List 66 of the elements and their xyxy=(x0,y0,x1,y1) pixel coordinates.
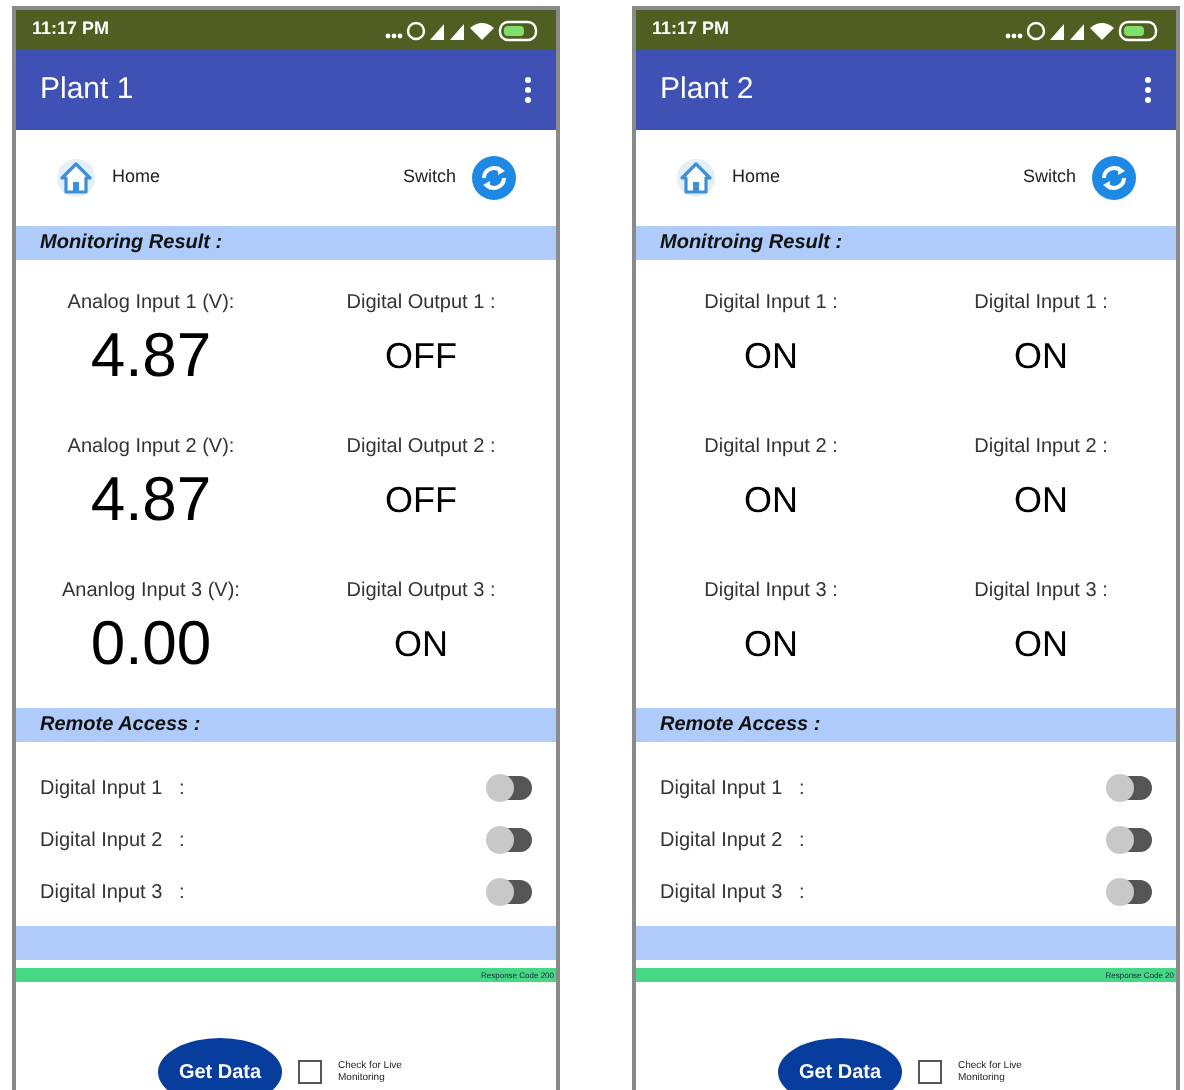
battery-icon xyxy=(1118,20,1158,42)
home-link[interactable]: Home xyxy=(732,164,781,192)
app-title: Plant 2 xyxy=(660,69,754,110)
reading-value: ON xyxy=(744,477,798,523)
input-label: Digital Input 1 : xyxy=(660,775,805,803)
wifi-icon xyxy=(470,23,494,40)
section-header: Remote Access : xyxy=(16,708,556,742)
reading-label: Digital Input 3 : xyxy=(974,577,1108,605)
app-title: Plant 1 xyxy=(40,69,134,110)
reading-value: ON xyxy=(394,621,448,667)
live-checkbox[interactable] xyxy=(918,1060,942,1084)
reading-label: Digital Output 3 : xyxy=(346,577,496,605)
reading-label: Digital Output 1 : xyxy=(346,289,496,317)
more-notifications-icon xyxy=(385,33,403,39)
reading-value: ON xyxy=(744,333,798,379)
sync-icon[interactable] xyxy=(472,156,516,200)
home-icon[interactable] xyxy=(676,158,716,198)
get-data-button[interactable]: Get Data xyxy=(778,1038,902,1090)
alarm-icon xyxy=(1026,21,1046,41)
more-icon[interactable] xyxy=(524,76,532,104)
section-header: Monitoring Result : xyxy=(16,226,556,260)
reading-label: Analog Input 1 (V): xyxy=(67,289,235,317)
reading-label: Digital Input 1 : xyxy=(704,289,838,317)
reading-label: Digital Input 2 : xyxy=(974,433,1108,461)
reading-value: ON xyxy=(1014,621,1068,667)
input-label: Digital Input 2 : xyxy=(660,827,805,855)
toggle-switch[interactable] xyxy=(1108,828,1152,852)
switch-link[interactable]: Switch xyxy=(402,164,456,192)
battery-icon xyxy=(498,20,538,42)
input-label: Digital Input 1 : xyxy=(40,775,185,803)
reading-value: 4.87 xyxy=(90,461,212,537)
reading-label: Digital Input 1 : xyxy=(974,289,1108,317)
reading-label: Digital Input 3 : xyxy=(704,577,838,605)
toggle-switch[interactable] xyxy=(1108,776,1152,800)
input-label: Digital Input 3 : xyxy=(40,879,185,907)
reading-value: ON xyxy=(1014,333,1068,379)
reading-value: 0.00 xyxy=(90,605,212,681)
wifi-icon xyxy=(1090,23,1114,40)
toggle-switch[interactable] xyxy=(488,776,532,800)
reading-label: Digital Output 2 : xyxy=(346,433,496,461)
live-checkbox[interactable] xyxy=(298,1060,322,1084)
reading-value: OFF xyxy=(385,333,457,379)
home-link[interactable]: Home xyxy=(112,164,161,192)
status-time: 11:17 PM xyxy=(652,16,730,43)
more-icon[interactable] xyxy=(1144,76,1152,104)
input-label: Digital Input 2 : xyxy=(40,827,185,855)
input-label: Digital Input 3 : xyxy=(660,879,805,907)
reading-value: ON xyxy=(1014,477,1068,523)
more-notifications-icon xyxy=(1005,33,1023,39)
get-data-button[interactable]: Get Data xyxy=(158,1038,282,1090)
section-header: Remote Access : xyxy=(636,708,1176,742)
status-time: 11:17 PM xyxy=(32,16,110,43)
reading-value: OFF xyxy=(385,477,457,523)
reading-label: Analog Input 2 (V): xyxy=(67,433,235,461)
switch-link[interactable]: Switch xyxy=(1022,164,1076,192)
home-icon[interactable] xyxy=(56,158,96,198)
reading-label: Ananlog Input 3 (V): xyxy=(62,577,240,605)
sync-icon[interactable] xyxy=(1092,156,1136,200)
alarm-icon xyxy=(406,21,426,41)
reading-value: 4.87 xyxy=(90,317,212,393)
section-header: Monitroing Result : xyxy=(636,226,1176,260)
toggle-switch[interactable] xyxy=(488,880,532,904)
reading-value: ON xyxy=(744,621,798,667)
toggle-switch[interactable] xyxy=(1108,880,1152,904)
toggle-switch[interactable] xyxy=(488,828,532,852)
reading-label: Digital Input 2 : xyxy=(704,433,838,461)
